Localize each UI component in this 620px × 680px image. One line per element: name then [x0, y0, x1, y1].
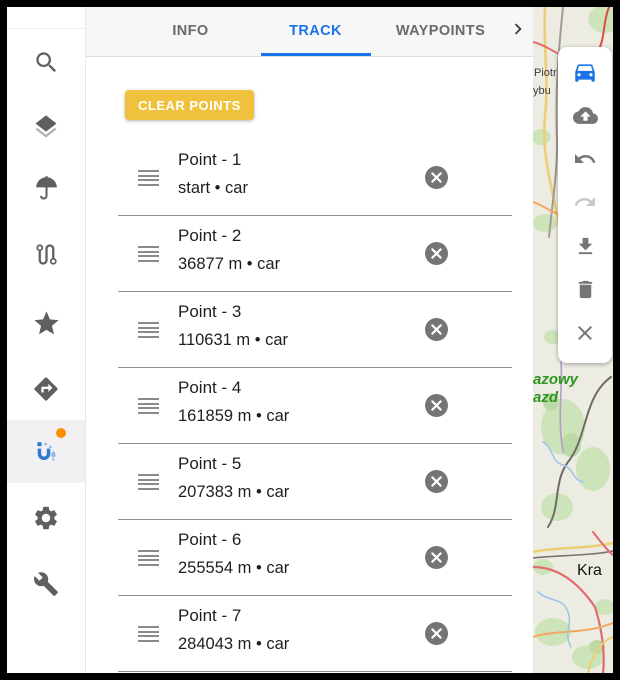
tab-info[interactable]: INFO — [128, 7, 253, 56]
point-subtitle: 36877 m • car — [178, 250, 280, 278]
point-title: Point - 6 — [178, 526, 241, 554]
track-point-row[interactable]: Point - 1 start • car — [86, 140, 533, 216]
point-title: Point - 1 — [178, 146, 241, 174]
sidebar-divider — [7, 28, 85, 29]
track-map-toolbar — [558, 47, 612, 363]
map-label: azowy — [533, 371, 579, 388]
sidebar-item-star[interactable] — [26, 303, 66, 343]
point-title: Point - 5 — [178, 450, 241, 478]
trash-icon — [574, 278, 597, 306]
close-toolbar-button[interactable] — [563, 316, 607, 356]
point-subtitle: 110631 m • car — [178, 326, 288, 354]
drag-handle-icon[interactable] — [138, 550, 159, 566]
delete-point-button[interactable] — [425, 318, 448, 341]
track-point-row[interactable]: Point - 2 36877 m • car — [86, 216, 533, 292]
tab-track-label: TRACK — [289, 23, 342, 39]
redo-button[interactable] — [563, 185, 607, 225]
clear-points-button[interactable]: CLEAR POINTS — [125, 90, 254, 120]
panel-tabbar: INFO TRACK WAYPOINTS — [86, 7, 533, 57]
delete-point-button[interactable] — [425, 622, 448, 645]
undo-button[interactable] — [563, 141, 607, 181]
point-subtitle: 207383 m • car — [178, 478, 289, 506]
track-panel: CLEAR POINTS Point - 1 start • car Point… — [86, 57, 533, 673]
left-sidebar — [7, 7, 86, 673]
search-icon — [33, 49, 60, 76]
map-label: ybu — [533, 85, 551, 97]
layers-icon — [32, 113, 60, 141]
app-window: INFO TRACK WAYPOINTS CLEAR POINTS Point … — [7, 7, 613, 673]
point-title: Point - 2 — [178, 222, 241, 250]
sidebar-item-tools[interactable] — [26, 564, 66, 604]
directions-icon — [32, 375, 60, 403]
sidebar-item-layers[interactable] — [26, 107, 66, 147]
gear-icon — [32, 504, 60, 532]
tabs-overflow-button[interactable] — [503, 7, 533, 56]
point-title: Point - 3 — [178, 298, 241, 326]
wrench-icon — [33, 571, 59, 597]
drag-handle-icon[interactable] — [138, 398, 159, 414]
map-label: Piotr — [534, 67, 557, 79]
star-icon — [32, 309, 61, 338]
drag-handle-icon[interactable] — [138, 170, 159, 186]
track-point-row[interactable]: Point - 7 284043 m • car — [86, 596, 533, 672]
drag-handle-icon[interactable] — [138, 246, 159, 262]
tab-track[interactable]: TRACK — [253, 7, 378, 56]
sidebar-item-directions[interactable] — [26, 369, 66, 409]
redo-icon — [573, 190, 597, 219]
point-subtitle: 255554 m • car — [178, 554, 289, 582]
track-point-row[interactable]: Point - 6 255554 m • car — [86, 520, 533, 596]
active-tab-underline — [261, 53, 371, 56]
close-icon — [573, 321, 597, 350]
map-label: azd — [533, 389, 559, 406]
sidebar-item-settings[interactable] — [26, 498, 66, 538]
undo-icon — [573, 147, 597, 176]
point-subtitle: 161859 m • car — [178, 402, 289, 430]
track-point-row[interactable]: Point - 3 110631 m • car — [86, 292, 533, 368]
delete-point-button[interactable] — [425, 166, 448, 189]
delete-point-button[interactable] — [425, 394, 448, 417]
drag-handle-icon[interactable] — [138, 626, 159, 642]
track-edit-icon — [32, 436, 60, 464]
track-point-row[interactable]: Point - 5 207383 m • car — [86, 444, 533, 520]
drag-handle-icon[interactable] — [138, 474, 159, 490]
sidebar-item-umbrella[interactable] — [26, 168, 66, 208]
download-icon — [574, 235, 597, 263]
cloud-upload-icon — [573, 103, 598, 133]
delete-point-button[interactable] — [425, 470, 448, 493]
routing-mode-car-button[interactable] — [563, 54, 607, 94]
sidebar-item-search[interactable] — [26, 42, 66, 82]
sidebar-item-route[interactable] — [26, 234, 66, 274]
delete-track-button[interactable] — [563, 272, 607, 312]
map-label: Kra — [577, 562, 602, 579]
point-subtitle: start • car — [178, 174, 248, 202]
point-subtitle: 284043 m • car — [178, 630, 289, 658]
upload-track-button[interactable] — [563, 98, 607, 138]
drag-handle-icon[interactable] — [138, 322, 159, 338]
umbrella-icon — [33, 175, 60, 202]
track-point-row[interactable]: Point - 4 161859 m • car — [86, 368, 533, 444]
chevron-right-icon — [507, 18, 529, 45]
car-icon — [572, 59, 598, 90]
tab-waypoints[interactable]: WAYPOINTS — [378, 7, 503, 56]
point-title: Point - 4 — [178, 374, 241, 402]
row-divider — [118, 671, 512, 672]
notification-dot — [56, 428, 66, 438]
route-icon — [33, 241, 60, 268]
track-points-list: Point - 1 start • car Point - 2 36877 m … — [86, 140, 533, 673]
download-track-button[interactable] — [563, 229, 607, 269]
point-title: Point - 7 — [178, 602, 241, 630]
delete-point-button[interactable] — [425, 242, 448, 265]
delete-point-button[interactable] — [425, 546, 448, 569]
